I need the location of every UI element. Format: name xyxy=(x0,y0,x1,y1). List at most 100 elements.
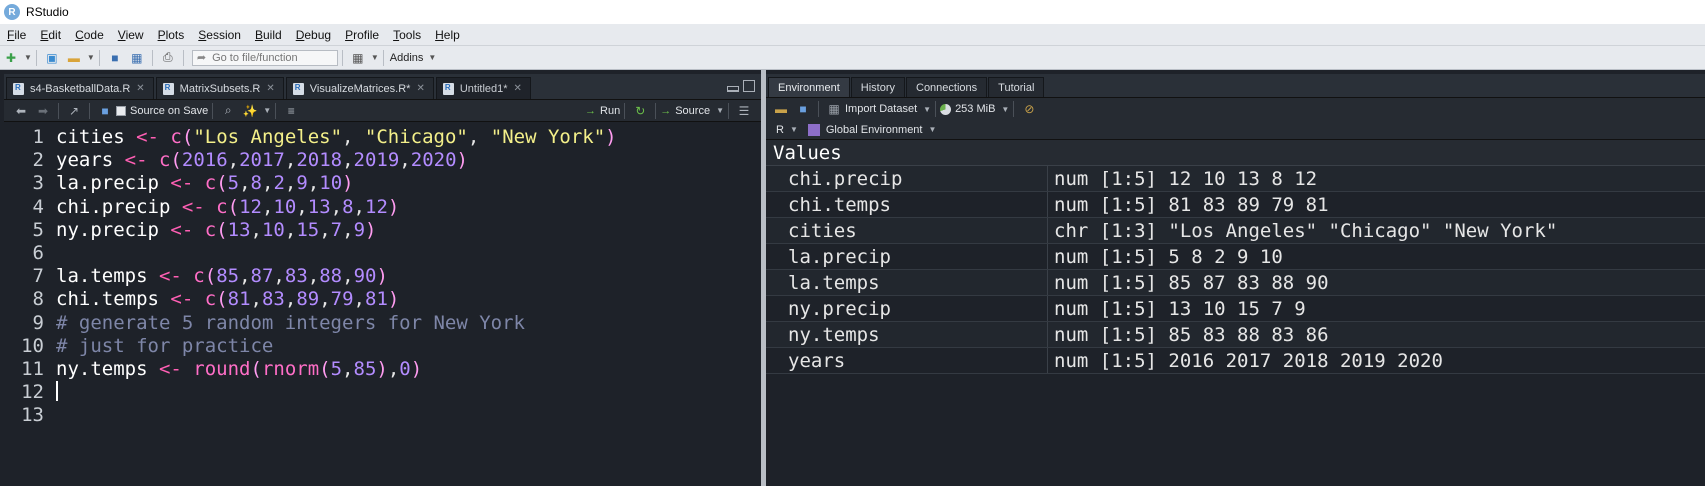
save-icon[interactable]: ■ xyxy=(106,50,124,66)
menu-file[interactable]: File xyxy=(0,28,33,42)
show-in-window-icon[interactable]: ↗ xyxy=(65,103,83,119)
code-comment: # generate 5 random integers for New Yor… xyxy=(56,311,525,334)
back-arrow-icon[interactable]: ⬅ xyxy=(12,103,30,119)
minimize-pane-icon[interactable] xyxy=(727,86,739,92)
code-editor[interactable]: 1 cities <- c("Los Angeles", "Chicago", … xyxy=(4,122,761,464)
title-bar: R RStudio xyxy=(0,0,1705,24)
chevron-down-icon[interactable]: ▼ xyxy=(1001,105,1009,114)
chevron-down-icon[interactable]: ▼ xyxy=(428,53,436,62)
source-button[interactable]: Source xyxy=(675,105,710,117)
chevron-down-icon[interactable]: ▼ xyxy=(371,53,379,62)
environment-tab-bar: Environment History Connections Tutorial xyxy=(766,74,1705,98)
broom-icon[interactable]: ⊘ xyxy=(1020,101,1038,117)
magic-wand-icon[interactable]: ✨ xyxy=(241,103,259,119)
goto-file-function-input[interactable]: ➦ Go to file/function xyxy=(191,49,338,66)
chevron-down-icon[interactable]: ▼ xyxy=(928,125,936,134)
tab-history[interactable]: History xyxy=(850,77,905,97)
close-icon[interactable]: ✕ xyxy=(514,83,522,94)
menu-profile[interactable]: Profile xyxy=(338,28,386,42)
memory-usage-icon xyxy=(940,103,952,115)
variable-name: cities xyxy=(766,218,1048,243)
tab-tutorial[interactable]: Tutorial xyxy=(988,77,1045,97)
import-dataset-icon[interactable]: ▦ xyxy=(825,101,843,117)
save-workspace-icon[interactable]: ■ xyxy=(794,101,812,117)
chevron-down-icon[interactable]: ▼ xyxy=(716,106,724,115)
toolbar-divider xyxy=(1013,101,1015,117)
menu-edit[interactable]: Edit xyxy=(33,28,68,42)
menu-debug[interactable]: Debug xyxy=(289,28,338,42)
toolbar-divider xyxy=(212,102,214,119)
list-item[interactable]: ny.temps num [1:5] 85 83 88 83 86 xyxy=(766,322,1705,348)
r-file-icon xyxy=(13,82,24,95)
search-icon[interactable]: ⌕ xyxy=(219,103,237,119)
memory-usage[interactable]: 253 MiB xyxy=(955,103,995,115)
forward-arrow-icon[interactable]: ➡ xyxy=(34,103,52,119)
toolbar-divider xyxy=(341,49,343,66)
list-item[interactable]: la.precip num [1:5] 5 8 2 9 10 xyxy=(766,244,1705,270)
rerun-icon[interactable]: ↻ xyxy=(631,103,649,119)
list-item[interactable]: chi.temps num [1:5] 81 83 89 79 81 xyxy=(766,192,1705,218)
chevron-down-icon[interactable]: ▼ xyxy=(24,53,32,62)
tab-environment[interactable]: Environment xyxy=(768,77,850,97)
menu-build[interactable]: Build xyxy=(248,28,289,42)
menu-code[interactable]: Code xyxy=(68,28,111,42)
close-icon[interactable]: ✕ xyxy=(136,83,144,94)
tab-connections[interactable]: Connections xyxy=(906,77,988,97)
line-number: 2 xyxy=(32,149,44,172)
chevron-down-icon[interactable]: ▼ xyxy=(790,125,798,134)
source-on-save-checkbox[interactable] xyxy=(116,105,126,116)
list-item[interactable]: chi.precip num [1:5] 12 10 13 8 12 xyxy=(766,166,1705,192)
menu-help[interactable]: Help xyxy=(428,28,467,42)
run-button[interactable]: Run xyxy=(600,105,620,117)
close-icon[interactable]: ✕ xyxy=(266,83,274,94)
tab-visualizematrices[interactable]: VisualizeMatrices.R* ✕ xyxy=(285,77,434,99)
code-line: 7 la.temps <- c(85,87,83,88,90) xyxy=(4,265,761,288)
maximize-pane-icon[interactable] xyxy=(743,80,755,92)
grid-layout-icon[interactable]: ▦ xyxy=(349,50,367,66)
tab-matrixsubsets[interactable]: MatrixSubsets.R ✕ xyxy=(155,77,284,99)
save-all-icon[interactable]: ▦ xyxy=(128,50,146,66)
toolbar-divider xyxy=(182,49,184,66)
pane-controls xyxy=(727,80,755,92)
variable-name: la.temps xyxy=(766,270,1048,295)
new-project-icon[interactable]: ▣ xyxy=(43,50,61,66)
tab-label: s4-BasketballData.R xyxy=(30,82,131,95)
save-icon[interactable]: ■ xyxy=(96,103,114,119)
list-item[interactable]: years num [1:5] 2016 2017 2018 2019 2020 xyxy=(766,348,1705,374)
code-text: chi.temps <- c(81,83,89,79,81) xyxy=(56,288,400,311)
language-select[interactable]: R xyxy=(776,124,784,136)
source-icon[interactable]: → xyxy=(660,105,671,117)
run-icon[interactable]: → xyxy=(585,105,596,117)
editor-tab-bar: s4-BasketballData.R ✕ MatrixSubsets.R ✕ Vi… xyxy=(4,74,761,100)
new-file-icon[interactable]: ✚ xyxy=(2,50,20,66)
line-number: 10 xyxy=(21,334,44,357)
addins-button[interactable]: Addins xyxy=(390,52,424,64)
list-item[interactable]: la.temps num [1:5] 85 87 83 88 90 xyxy=(766,270,1705,296)
load-workspace-icon[interactable]: ▬ xyxy=(772,101,790,117)
menu-session[interactable]: Session xyxy=(191,28,248,42)
environment-scope-select[interactable]: Global Environment xyxy=(826,124,923,136)
document-outline-icon[interactable]: ☰ xyxy=(735,103,753,119)
code-text: chi.precip <- c(12,10,13,8,12) xyxy=(56,195,400,218)
print-icon[interactable]: ⎙ xyxy=(159,50,177,66)
chevron-down-icon[interactable]: ▼ xyxy=(87,53,95,62)
menu-plots[interactable]: Plots xyxy=(151,28,192,42)
list-item[interactable]: cities chr [1:3] "Los Angeles" "Chicago" … xyxy=(766,218,1705,244)
chevron-down-icon[interactable]: ▼ xyxy=(923,105,931,114)
menu-view[interactable]: View xyxy=(111,28,151,42)
chevron-down-icon[interactable]: ▼ xyxy=(263,106,271,115)
tab-untitled1[interactable]: Untitled1* ✕ xyxy=(435,77,531,99)
import-dataset-button[interactable]: Import Dataset xyxy=(845,103,917,115)
menu-tools[interactable]: Tools xyxy=(386,28,428,42)
r-file-icon xyxy=(162,82,174,95)
tab-s4-basketballdata[interactable]: s4-BasketballData.R ✕ xyxy=(6,77,154,99)
toolbar-divider xyxy=(818,101,819,117)
compile-report-icon[interactable]: ≡ xyxy=(282,103,300,119)
tab-label: Untitled1* xyxy=(459,82,508,95)
rstudio-window: R RStudio File Edit Code View Plots Sess… xyxy=(0,0,1705,486)
open-file-icon[interactable]: ▬ xyxy=(65,50,83,66)
list-item[interactable]: ny.precip num [1:5] 13 10 15 7 9 xyxy=(766,296,1705,322)
line-number: 6 xyxy=(32,241,44,264)
close-icon[interactable]: ✕ xyxy=(416,83,424,94)
window-title: RStudio xyxy=(26,5,69,19)
